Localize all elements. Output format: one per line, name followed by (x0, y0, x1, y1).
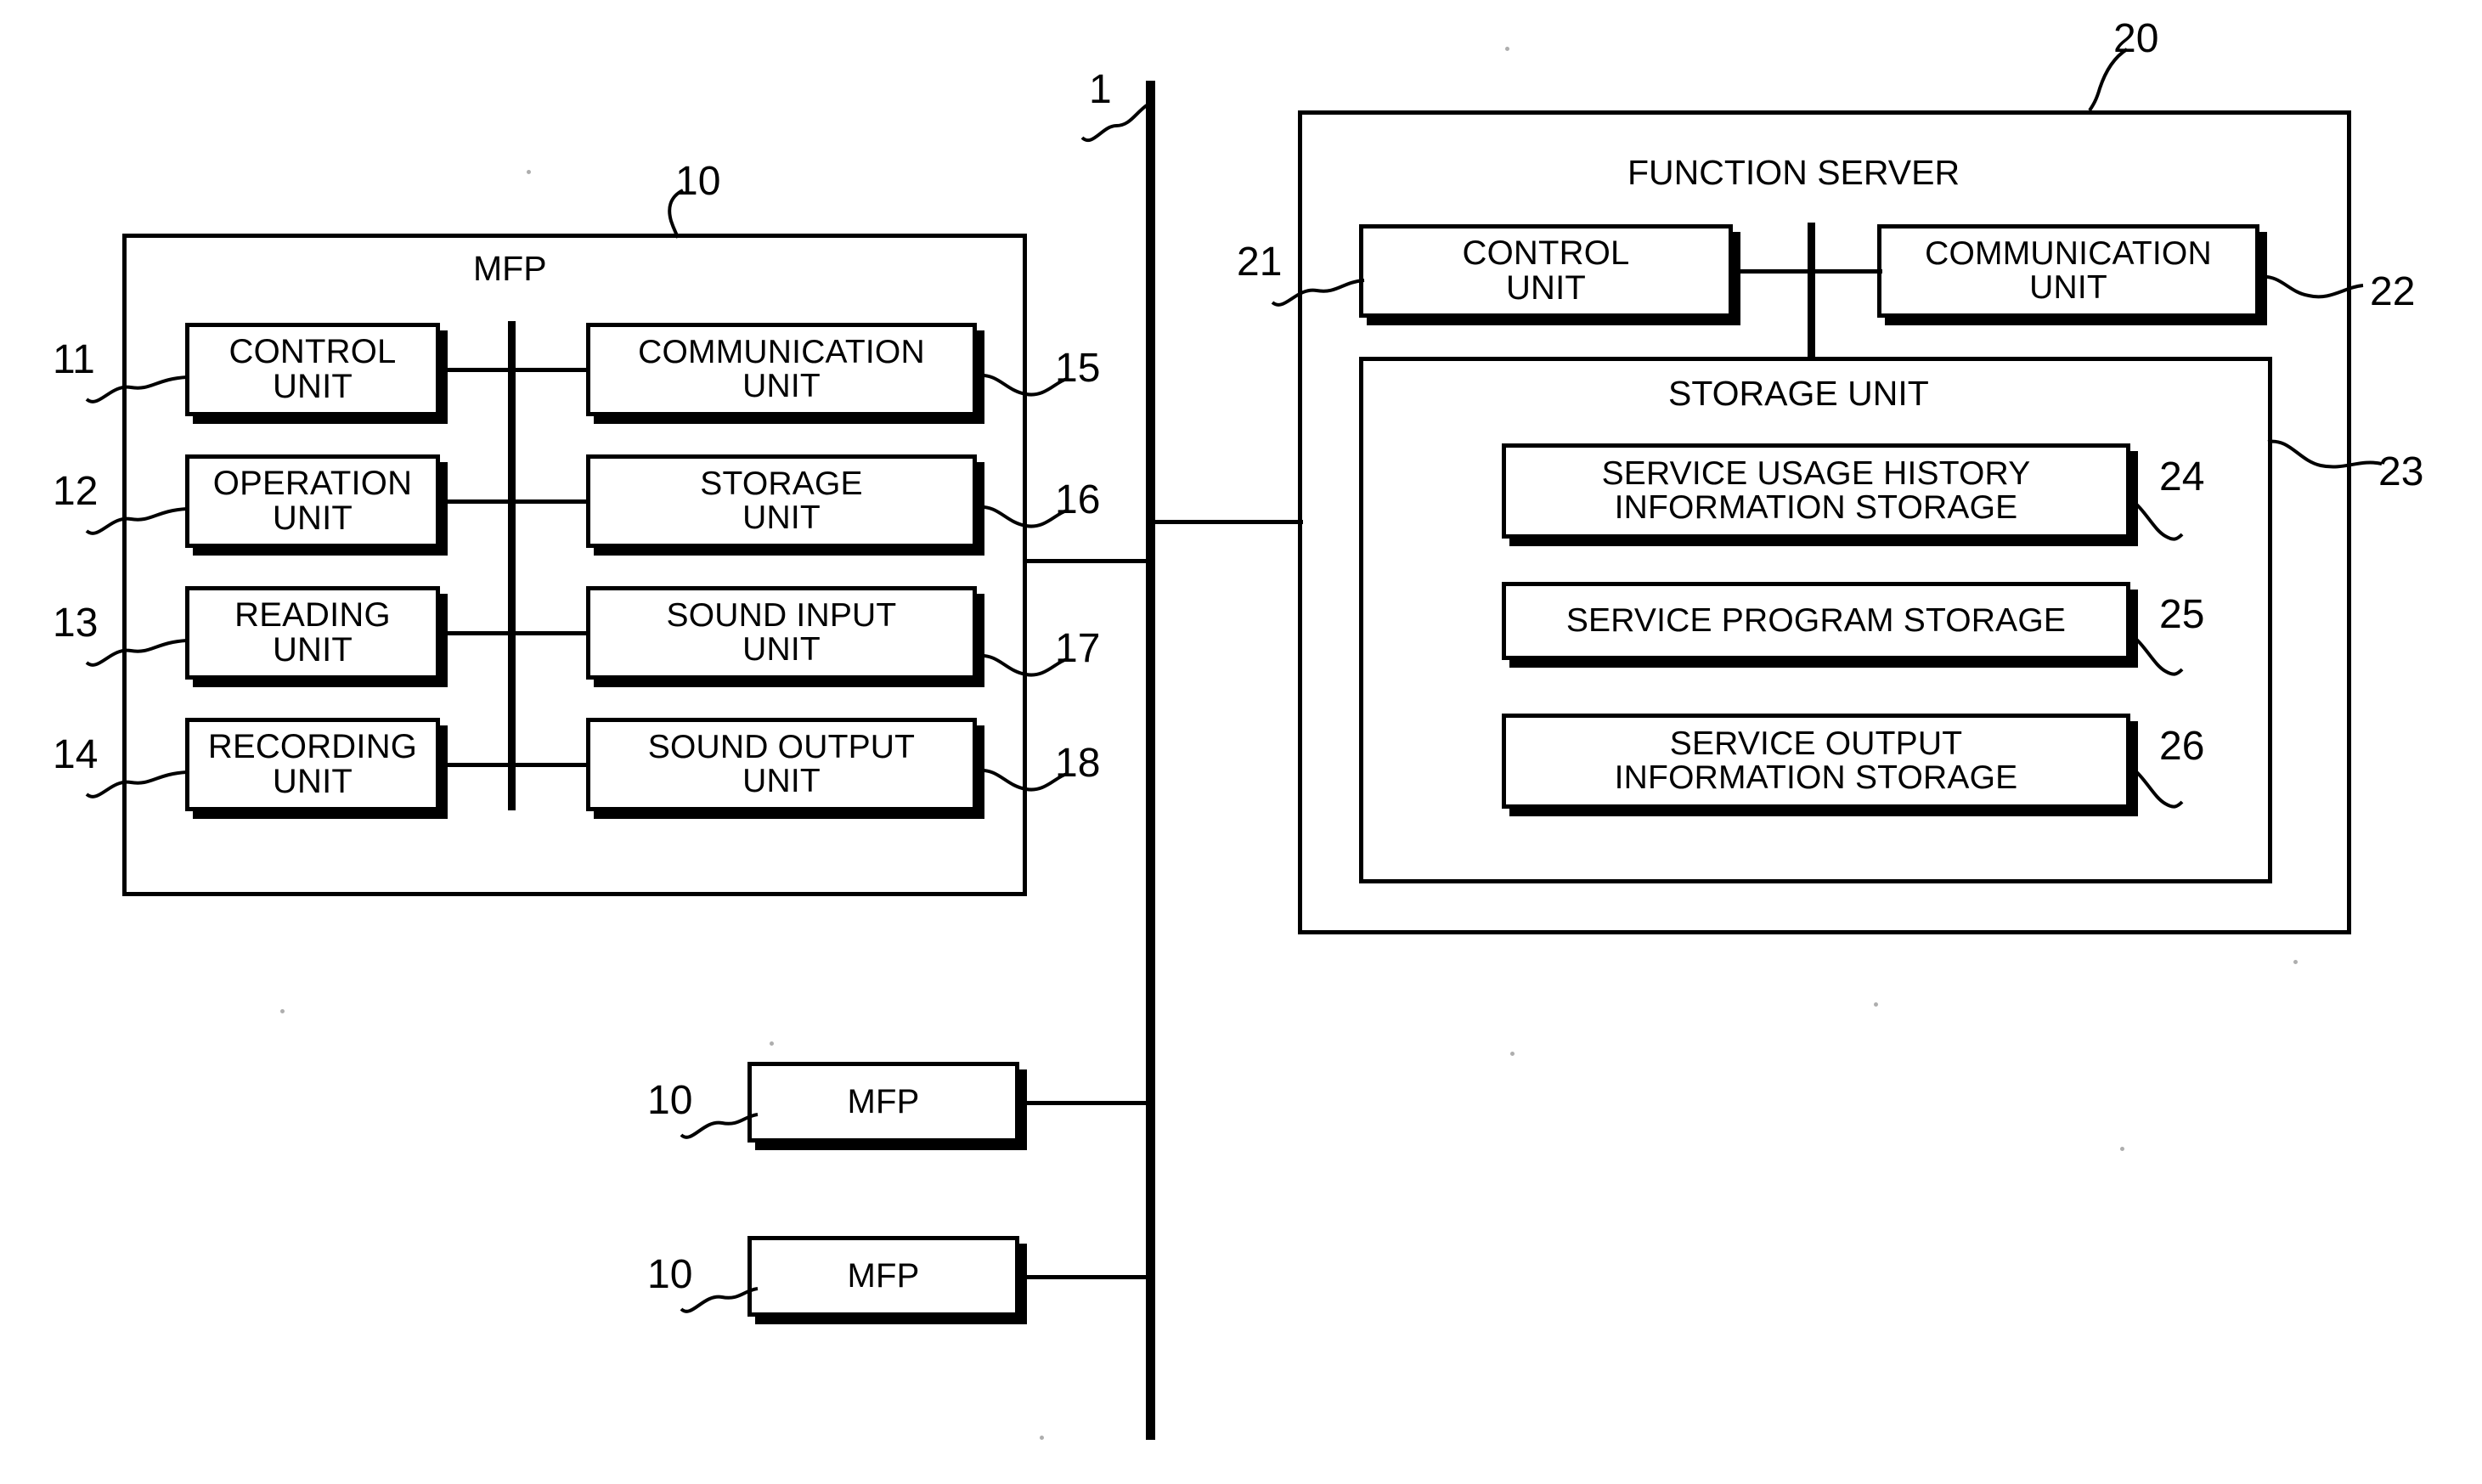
service-program-storage[interactable]: SERVICE PROGRAM STORAGE (1502, 582, 2130, 660)
server-control-unit-label: CONTROL UNIT (1462, 234, 1630, 307)
mfp-internal-bus (508, 321, 516, 810)
scan-speckle (1505, 47, 1509, 51)
mfp-operation-unit[interactable]: OPERATION UNIT (185, 454, 440, 548)
mfp-operation-unit-label: OPERATION UNIT (212, 464, 413, 537)
mfp-sound-output-unit[interactable]: SOUND OUTPUT UNIT (586, 718, 977, 811)
leader-line-service-usage-history-storage (2128, 497, 2184, 541)
mfp-rung-1 (440, 368, 590, 372)
server-top-rung (1729, 269, 1882, 274)
scan-speckle (1040, 1436, 1044, 1440)
additional-mfp-node-1-link (1016, 1101, 1150, 1105)
service-usage-history-information-storage-label: SERVICE USAGE HISTORY INFORMATION STORAG… (1601, 454, 2031, 526)
mfp-rung-4 (440, 763, 590, 767)
leader-line-mfp-control-unit (85, 375, 188, 403)
scan-speckle (280, 1009, 285, 1013)
scan-speckle (1510, 1052, 1515, 1056)
mfp-to-network-link (1024, 559, 1150, 563)
mfp-control-unit-label: CONTROL UNIT (228, 332, 397, 405)
mfp-rung-3 (440, 631, 590, 635)
leader-line-mfp (668, 189, 684, 239)
mfp-reading-unit-label: READING UNIT (234, 595, 391, 669)
leader-line-mfp-operation-unit (85, 507, 188, 535)
scan-speckle (1874, 1002, 1878, 1007)
mfp-storage-unit-label: STORAGE UNIT (700, 465, 863, 536)
mfp-recording-unit-label: RECORDING UNIT (207, 727, 418, 800)
service-output-information-storage[interactable]: SERVICE OUTPUT INFORMATION STORAGE (1502, 714, 2130, 809)
leader-line-function-server (2088, 48, 2129, 112)
mfp-control-unit[interactable]: CONTROL UNIT (185, 323, 440, 416)
mfp-sound-output-unit-label: SOUND OUTPUT UNIT (647, 728, 916, 799)
network-to-server-link (1150, 520, 1303, 524)
service-output-information-storage-label: SERVICE OUTPUT INFORMATION STORAGE (1614, 725, 2018, 796)
leader-line-service-output-information-storage (2128, 765, 2184, 809)
mfp-communication-unit-label: COMMUNICATION UNIT (638, 333, 925, 404)
leader-line-mfp-sound-output-unit (978, 768, 1068, 792)
leader-line-mfp-reading-unit (85, 639, 188, 667)
leader-line-additional-mfp-node-2 (680, 1287, 759, 1313)
leader-line-network-bus (1080, 104, 1148, 142)
mfp-rung-2 (440, 499, 590, 504)
ref-numeral-service-output-information-storage: 26 (2159, 724, 2205, 769)
additional-mfp-node-2[interactable]: MFP (747, 1236, 1019, 1317)
mfp-sound-input-unit-label: SOUND INPUT UNIT (666, 596, 897, 668)
leader-line-mfp-storage-unit (978, 505, 1068, 528)
mfp-communication-unit[interactable]: COMMUNICATION UNIT (586, 323, 977, 416)
ref-numeral-server-storage-unit: 23 (2378, 449, 2424, 494)
service-usage-history-information-storage[interactable]: SERVICE USAGE HISTORY INFORMATION STORAG… (1502, 443, 2130, 539)
leader-line-server-control-unit (1271, 279, 1365, 307)
scan-speckle (527, 170, 531, 174)
server-control-unit[interactable]: CONTROL UNIT (1359, 224, 1733, 318)
server-storage-unit-title: STORAGE UNIT (1668, 374, 1929, 413)
leader-line-server-communication-unit (2260, 274, 2364, 299)
additional-mfp-node-1-label: MFP (847, 1082, 920, 1120)
server-communication-unit[interactable]: COMMUNICATION UNIT (1877, 224, 2259, 318)
service-program-storage-label: SERVICE PROGRAM STORAGE (1565, 601, 2067, 639)
network-bus-line (1146, 81, 1155, 1440)
additional-mfp-node-2-label: MFP (847, 1256, 920, 1295)
ref-numeral-service-program-storage: 25 (2159, 592, 2205, 637)
function-server-title: FUNCTION SERVER (1627, 153, 1960, 192)
leader-line-server-storage-unit (2267, 439, 2383, 469)
additional-mfp-node-2-link (1016, 1275, 1150, 1279)
patent-figure-canvas: 1 MFP 10 CONTROL UNIT OPERATION UNIT REA… (0, 0, 2482, 1484)
leader-line-mfp-sound-input-unit (978, 653, 1068, 677)
ref-numeral-service-usage-history-storage: 24 (2159, 454, 2205, 499)
scan-speckle (770, 1041, 774, 1046)
scan-speckle (2120, 1147, 2124, 1151)
leader-line-additional-mfp-node-1 (680, 1113, 759, 1139)
server-communication-unit-label: COMMUNICATION UNIT (1925, 234, 2212, 306)
mfp-storage-unit[interactable]: STORAGE UNIT (586, 454, 977, 548)
mfp-title: MFP (473, 249, 547, 288)
ref-numeral-server-communication-unit: 22 (2370, 269, 2416, 314)
mfp-recording-unit[interactable]: RECORDING UNIT (185, 718, 440, 811)
leader-line-mfp-communication-unit (978, 373, 1068, 397)
scan-speckle (2293, 960, 2298, 964)
mfp-reading-unit[interactable]: READING UNIT (185, 586, 440, 680)
additional-mfp-node-1[interactable]: MFP (747, 1062, 1019, 1143)
leader-line-mfp-recording-unit (85, 770, 188, 798)
leader-line-service-program-storage (2128, 632, 2184, 676)
mfp-sound-input-unit[interactable]: SOUND INPUT UNIT (586, 586, 977, 680)
